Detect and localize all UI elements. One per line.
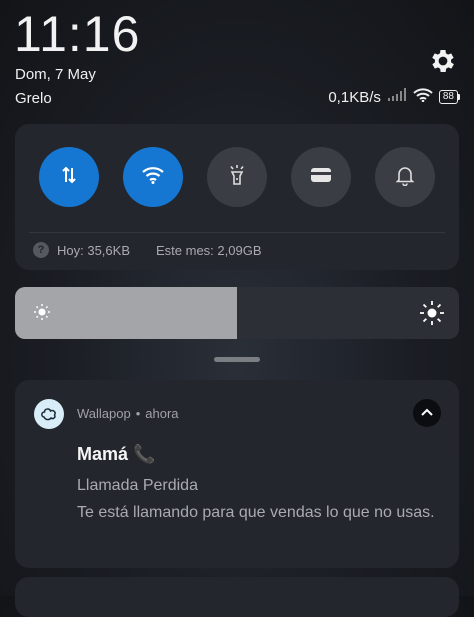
tile-sound[interactable] <box>375 147 435 207</box>
tile-wifi[interactable] <box>123 147 183 207</box>
data-usage-row: ? Hoy: 35,6KB Este mes: 2,09GB <box>33 242 262 258</box>
tile-card[interactable] <box>291 147 351 207</box>
notification-header: Wallapop • ahora <box>77 406 179 421</box>
wifi-icon <box>141 165 165 190</box>
wifi-status-icon <box>413 88 433 106</box>
notification-body: Te está llamando para que vendas lo que … <box>77 504 435 521</box>
card-icon <box>309 165 333 190</box>
app-name: Wallapop <box>77 406 131 421</box>
brightness-slider[interactable] <box>15 287 459 339</box>
wallapop-app-icon <box>34 399 64 429</box>
status-time: 11:16 <box>14 6 141 62</box>
usage-month: Este mes: 2,09GB <box>156 242 262 258</box>
usage-today: Hoy: 35,6KB <box>57 242 130 258</box>
settings-gear-icon[interactable] <box>428 46 458 76</box>
chevron-up-icon <box>420 404 434 422</box>
notification-card[interactable]: Wallapop • ahora Mamá 📞 Llamada Perdida Te… <box>15 380 459 568</box>
flashlight-icon <box>226 164 248 191</box>
collapse-button[interactable] <box>413 399 441 427</box>
mobile-data-arrows-icon <box>58 164 80 191</box>
notification-title: Mamá 📞 <box>77 444 156 464</box>
brightness-low-icon <box>31 301 53 328</box>
battery-level: 88 <box>438 90 458 104</box>
status-date: Dom, 7 May <box>15 66 96 83</box>
carrier-name: Grelo <box>15 90 52 107</box>
next-notification-card[interactable] <box>15 577 459 617</box>
battery-icon: 88 <box>438 90 460 104</box>
notification-subtitle: Llamada Perdida <box>77 477 198 494</box>
help-icon[interactable]: ? <box>33 242 49 258</box>
signal-icon <box>387 88 407 106</box>
tile-mobile-data[interactable] <box>39 147 99 207</box>
brightness-high-icon <box>419 300 445 331</box>
status-right-group: 0,1KB/s 88 <box>328 88 460 106</box>
quick-settings-panel: ? Hoy: 35,6KB Este mes: 2,09GB <box>15 124 459 270</box>
network-speed: 0,1KB/s <box>328 88 381 106</box>
panel-divider <box>29 232 445 233</box>
drag-handle[interactable] <box>214 357 260 362</box>
header-separator: • <box>135 406 141 421</box>
bell-icon <box>394 164 416 191</box>
tile-flashlight[interactable] <box>207 147 267 207</box>
notification-time: ahora <box>145 406 179 421</box>
